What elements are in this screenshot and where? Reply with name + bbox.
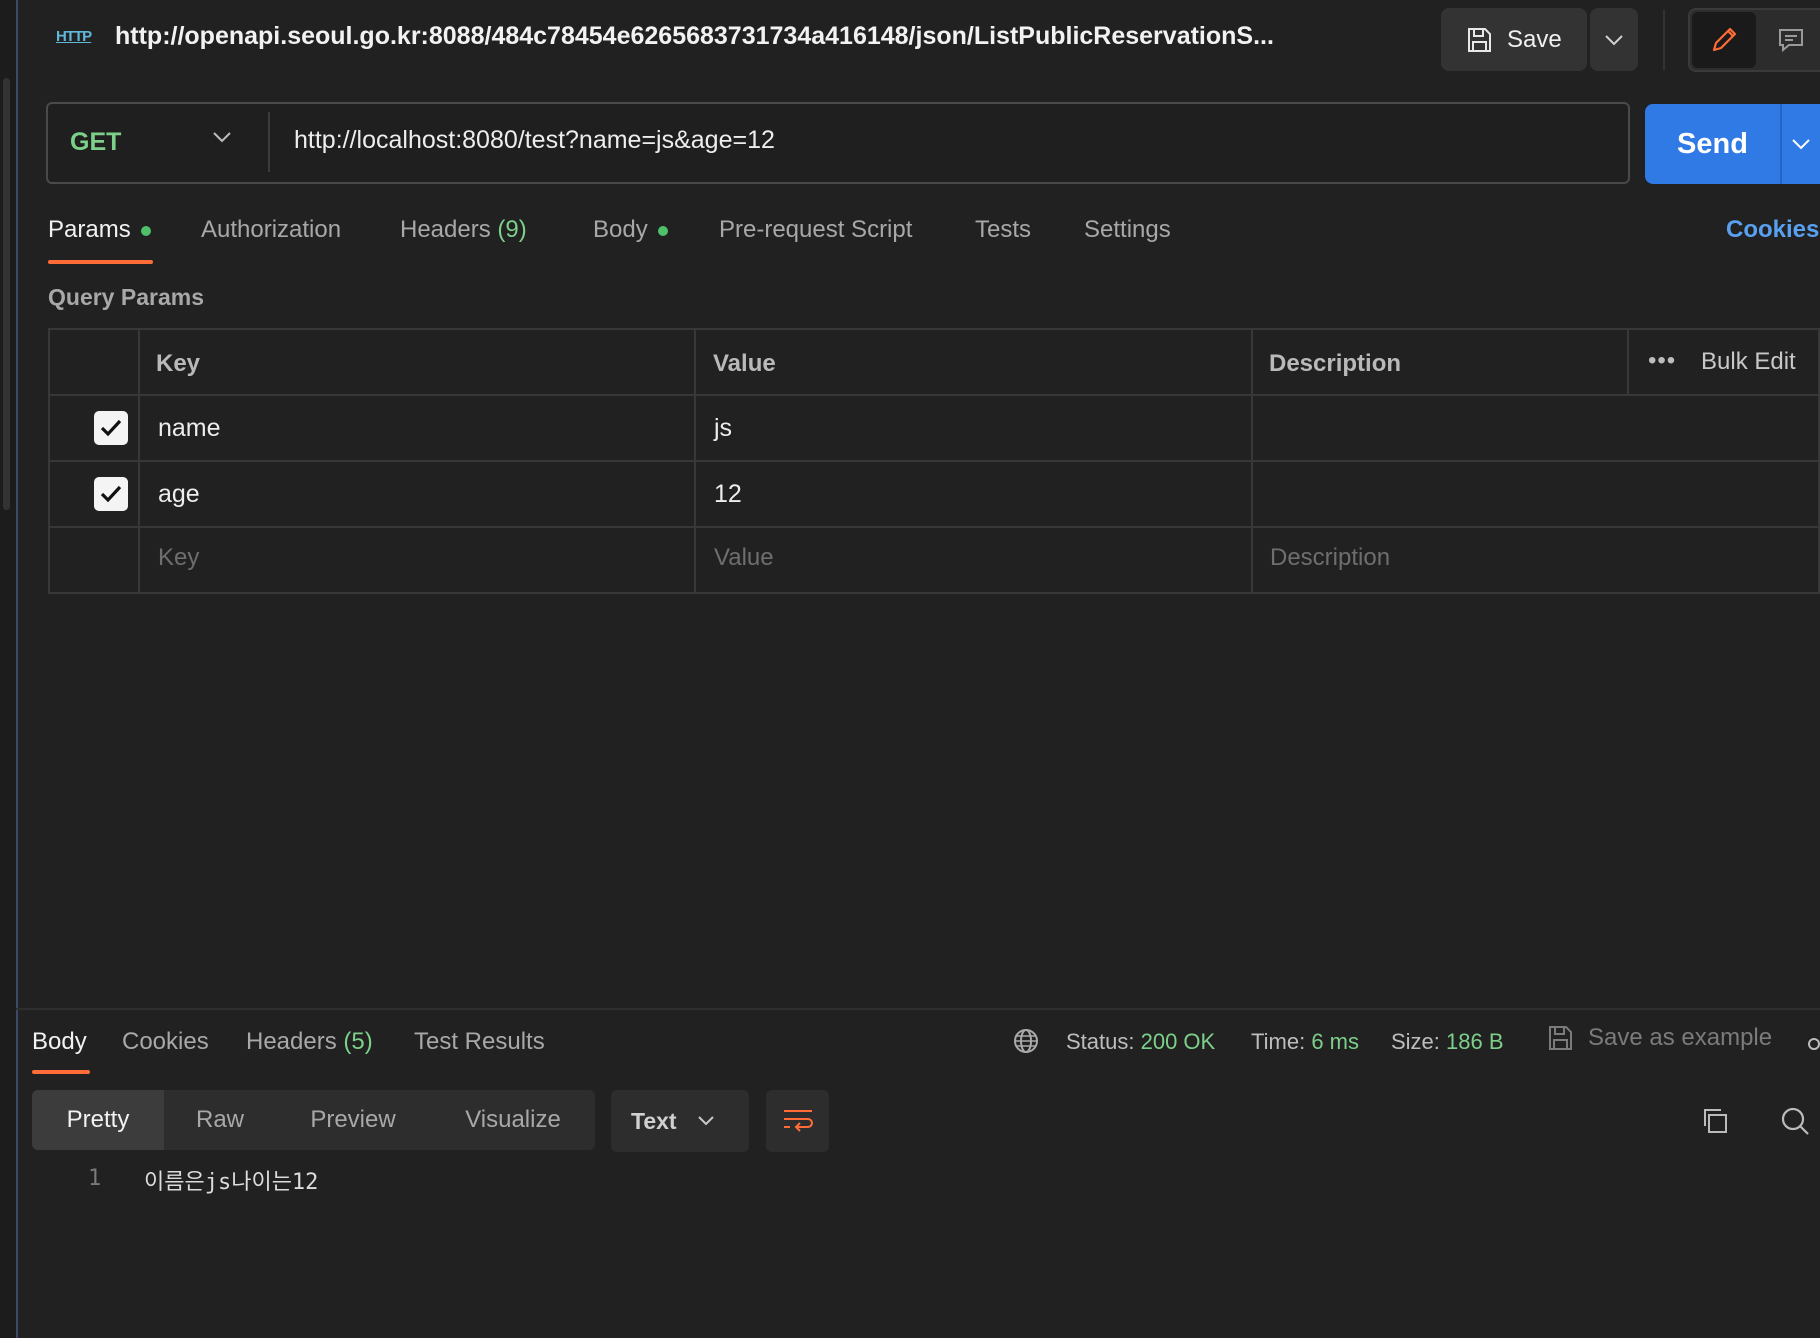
tab-body[interactable]: Body bbox=[593, 216, 668, 244]
url-bar bbox=[46, 102, 1630, 184]
table-divider bbox=[1251, 328, 1253, 594]
tab-pre-request-script[interactable]: Pre-request Script bbox=[719, 216, 912, 244]
url-input[interactable]: http://localhost:8080/test?name=js&age=1… bbox=[294, 126, 775, 155]
param-checkbox[interactable] bbox=[94, 477, 128, 511]
scrollbar-thumb[interactable] bbox=[3, 78, 10, 510]
save-icon bbox=[1468, 27, 1491, 52]
table-divider bbox=[1627, 328, 1629, 394]
response-size: Size: 186 B bbox=[1391, 1029, 1504, 1054]
tab-params[interactable]: Params bbox=[48, 216, 151, 244]
response-tab-body[interactable]: Body bbox=[32, 1028, 87, 1056]
url-divider bbox=[268, 112, 270, 172]
response-tab-headers[interactable]: Headers (5) bbox=[246, 1028, 373, 1056]
http-icon: HTTP bbox=[56, 28, 92, 45]
cookies-link[interactable]: Cookies bbox=[1726, 216, 1819, 244]
table-divider bbox=[48, 526, 1820, 528]
send-button[interactable]: Send bbox=[1645, 104, 1780, 184]
globe-icon[interactable] bbox=[1012, 1027, 1040, 1055]
response-tab-cookies[interactable]: Cookies bbox=[122, 1028, 209, 1056]
tab-authorization[interactable]: Authorization bbox=[201, 216, 341, 244]
response-status: Status: 200 OK bbox=[1066, 1029, 1216, 1054]
save-as-example-button[interactable]: Save as example bbox=[1546, 1024, 1772, 1052]
comment-icon bbox=[1779, 29, 1803, 53]
active-tab-indicator bbox=[48, 260, 153, 264]
response-time: Time: 6 ms bbox=[1251, 1029, 1359, 1054]
save-as-example-label: Save as example bbox=[1588, 1024, 1773, 1051]
tab-tests[interactable]: Tests bbox=[975, 216, 1031, 244]
table-divider bbox=[694, 328, 696, 594]
save-label: Save bbox=[1507, 25, 1562, 53]
edit-mode-button[interactable] bbox=[1692, 12, 1756, 68]
chevron-down-icon bbox=[697, 1116, 714, 1126]
checkmark-icon bbox=[100, 485, 122, 503]
view-preview[interactable]: Preview bbox=[290, 1090, 416, 1150]
search-icon[interactable] bbox=[1779, 1105, 1811, 1137]
view-visualize[interactable]: Visualize bbox=[448, 1090, 578, 1150]
wrap-lines-button[interactable] bbox=[766, 1090, 829, 1152]
param-key-cell[interactable]: name bbox=[158, 414, 221, 443]
left-panel-edge bbox=[0, 0, 18, 1338]
column-header-key: Key bbox=[156, 350, 201, 377]
view-raw[interactable]: Raw bbox=[164, 1090, 276, 1150]
tab-settings[interactable]: Settings bbox=[1084, 216, 1171, 244]
param-checkbox[interactable] bbox=[94, 411, 128, 445]
method-select[interactable]: GET bbox=[70, 128, 121, 157]
column-header-value: Value bbox=[713, 350, 776, 377]
new-value-input[interactable]: Value bbox=[714, 544, 774, 572]
new-description-input[interactable]: Description bbox=[1270, 544, 1390, 572]
save-options-button[interactable] bbox=[1590, 8, 1638, 71]
active-tab-indicator bbox=[32, 1070, 90, 1074]
response-tab-test-results[interactable]: Test Results bbox=[414, 1028, 545, 1056]
save-icon bbox=[1549, 1026, 1572, 1050]
response-body-text[interactable]: 이름은js나이는12 bbox=[144, 1164, 318, 1196]
param-value-cell[interactable]: js bbox=[714, 414, 732, 443]
format-label: Text bbox=[631, 1107, 677, 1134]
status-dot bbox=[657, 225, 668, 236]
more-options-icon[interactable]: ••• bbox=[1648, 347, 1676, 375]
line-number: 1 bbox=[88, 1166, 102, 1191]
chevron-down-icon[interactable] bbox=[212, 130, 232, 144]
checkmark-icon bbox=[100, 419, 122, 437]
wrap-icon bbox=[783, 1110, 813, 1132]
bulk-edit-button[interactable]: Bulk Edit bbox=[1701, 348, 1796, 376]
response-divider[interactable] bbox=[16, 1008, 1820, 1010]
new-key-input[interactable]: Key bbox=[158, 544, 199, 572]
more-options-icon[interactable] bbox=[1808, 1038, 1820, 1050]
save-button[interactable]: Save bbox=[1441, 8, 1587, 71]
comments-button[interactable] bbox=[1762, 12, 1820, 68]
query-params-title: Query Params bbox=[48, 284, 204, 310]
pencil-icon bbox=[1712, 27, 1737, 52]
chevron-down-icon bbox=[1605, 34, 1623, 45]
status-dot bbox=[140, 225, 151, 236]
column-header-description: Description bbox=[1269, 350, 1402, 377]
tab-headers[interactable]: Headers (9) bbox=[400, 216, 527, 244]
param-key-cell[interactable]: age bbox=[158, 480, 200, 509]
param-value-cell[interactable]: 12 bbox=[714, 480, 742, 509]
table-divider bbox=[48, 460, 1820, 462]
format-select[interactable]: Text bbox=[611, 1090, 749, 1152]
copy-icon[interactable] bbox=[1700, 1106, 1730, 1136]
header-divider bbox=[1663, 10, 1665, 70]
chevron-down-icon bbox=[1792, 139, 1810, 150]
send-options-button[interactable] bbox=[1780, 104, 1820, 184]
request-title[interactable]: http://openapi.seoul.go.kr:8088/484c7845… bbox=[115, 22, 1274, 51]
table-divider bbox=[138, 328, 140, 594]
view-pretty[interactable]: Pretty bbox=[32, 1090, 164, 1150]
table-divider bbox=[48, 394, 1820, 396]
